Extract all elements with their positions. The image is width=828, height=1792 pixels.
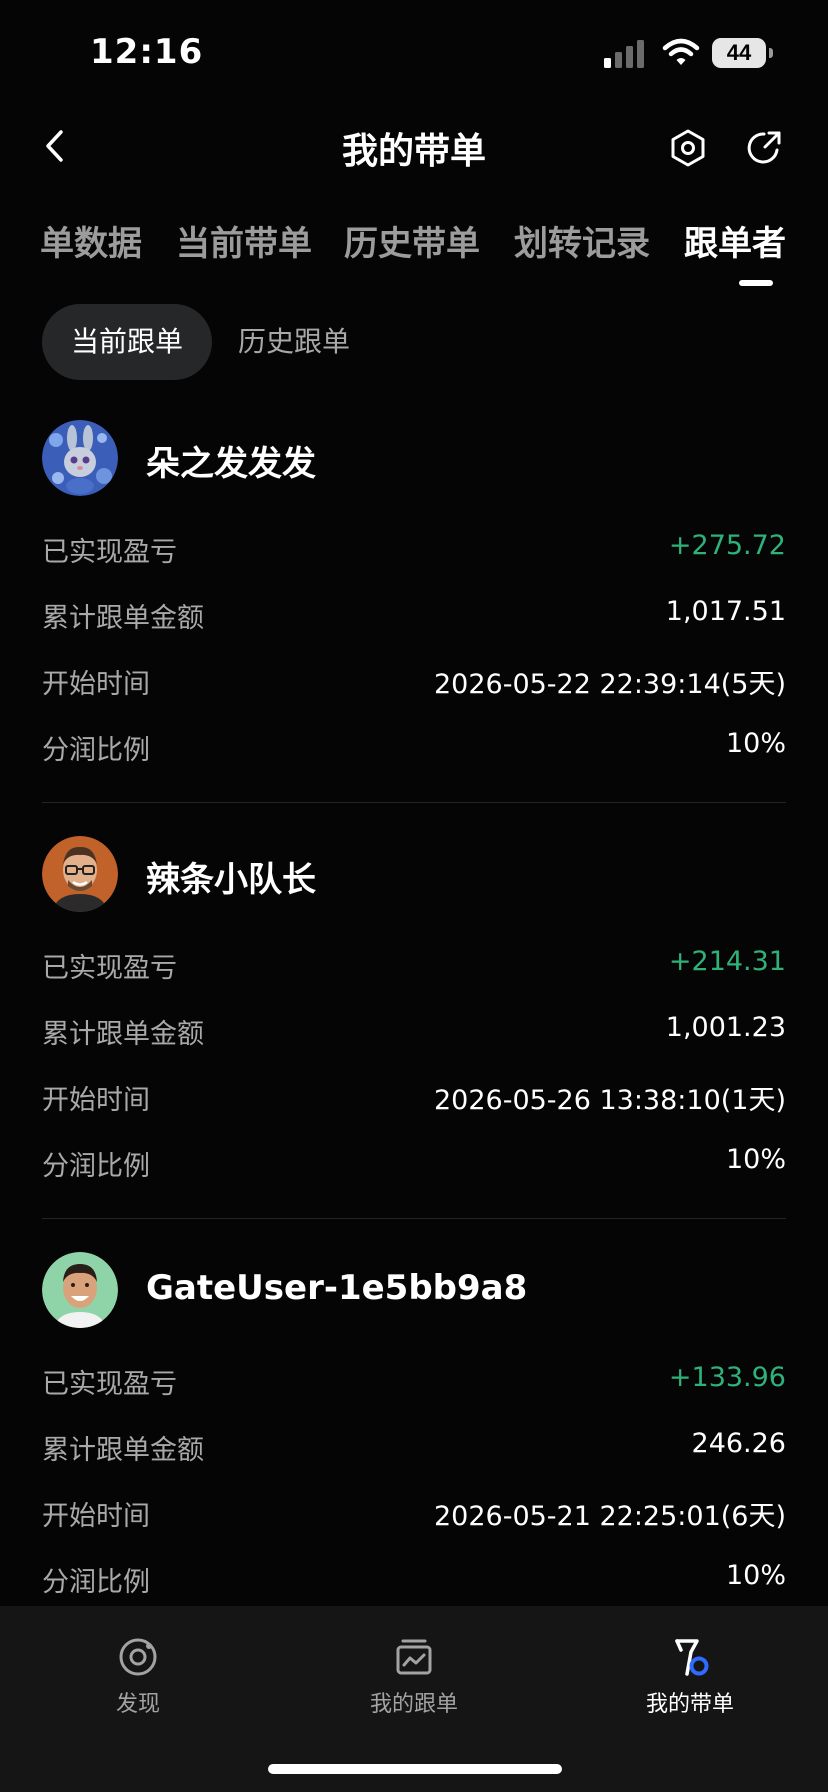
stat-row-profit-share: 分润比例 10% xyxy=(42,1140,786,1182)
stat-label: 分润比例 xyxy=(42,1151,150,1182)
bottom-nav-label: 发现 xyxy=(115,1692,160,1717)
divider xyxy=(42,1218,786,1219)
stat-row-total-amount: 累计跟单金额 1,001.23 xyxy=(42,1008,786,1050)
follower-name: 辣条小队长 xyxy=(146,860,316,900)
bottom-nav-label: 我的带单 xyxy=(645,1692,734,1717)
subtab-history-following[interactable]: 历史跟单 xyxy=(238,304,350,380)
stat-row-start-time: 开始时间 2026-05-22 22:39:14(5天) xyxy=(42,658,786,700)
bunny-avatar-icon xyxy=(42,420,118,496)
bottom-nav-label: 我的跟单 xyxy=(369,1692,458,1717)
wifi-icon xyxy=(662,38,700,65)
main-tabs: 单数据 当前带单 历史带单 划转记录 跟单者 xyxy=(0,210,828,290)
stat-value-realized-pnl: +133.96 xyxy=(668,1362,786,1393)
follower-card: 朵之发发发 已实现盈亏 +275.72 累计跟单金额 1,017.51 开始时间… xyxy=(0,410,828,826)
stat-label: 开始时间 xyxy=(42,669,150,700)
stat-value-total-amount: 246.26 xyxy=(691,1428,786,1459)
stat-label: 累计跟单金额 xyxy=(42,1435,204,1466)
stat-row-total-amount: 累计跟单金额 1,017.51 xyxy=(42,592,786,634)
stat-label: 分润比例 xyxy=(42,735,150,766)
stat-label: 累计跟单金额 xyxy=(42,603,204,634)
tab-transfer-records[interactable]: 划转记录 xyxy=(514,216,650,265)
status-bar: 12:16 44 xyxy=(0,0,828,110)
man-avatar-icon xyxy=(42,836,118,912)
stat-label: 分润比例 xyxy=(42,1567,150,1598)
battery-icon: 44 xyxy=(712,38,774,68)
stat-row-realized-pnl: 已实现盈亏 +133.96 xyxy=(42,1358,786,1400)
tab-current-lead[interactable]: 当前带单 xyxy=(176,216,312,265)
tab-data[interactable]: 单数据 xyxy=(40,216,142,265)
nav-bar: 我的带单 xyxy=(0,110,828,184)
follower-card: 辣条小队长 已实现盈亏 +214.31 累计跟单金额 1,001.23 开始时间… xyxy=(0,826,828,1242)
stat-row-total-amount: 累计跟单金额 246.26 xyxy=(42,1424,786,1466)
stat-row-start-time: 开始时间 2026-05-21 22:25:01(6天) xyxy=(42,1490,786,1532)
active-tab-indicator xyxy=(739,280,773,286)
stat-value-start-time: 2026-05-21 22:25:01(6天) xyxy=(433,1501,786,1532)
signal-icon xyxy=(604,40,644,68)
bottom-nav-discover[interactable]: 发现 xyxy=(58,1636,218,1718)
follower-card: GateUser-1e5bb9a8 已实现盈亏 +133.96 累计跟单金额 2… xyxy=(0,1242,828,1658)
stat-label: 已实现盈亏 xyxy=(42,537,177,568)
stat-value-realized-pnl: +214.31 xyxy=(668,946,786,977)
stat-value-realized-pnl: +275.72 xyxy=(668,530,786,561)
stat-row-profit-share: 分润比例 10% xyxy=(42,724,786,766)
follower-name: 朵之发发发 xyxy=(146,444,316,484)
stat-label: 已实现盈亏 xyxy=(42,953,177,984)
share-icon[interactable] xyxy=(744,128,784,168)
stat-row-realized-pnl: 已实现盈亏 +275.72 xyxy=(42,526,786,568)
battery-level: 44 xyxy=(712,38,766,68)
stat-row-realized-pnl: 已实现盈亏 +214.31 xyxy=(42,942,786,984)
subtab-current-following[interactable]: 当前跟单 xyxy=(42,304,212,380)
tab-history-lead[interactable]: 历史带单 xyxy=(344,216,480,265)
sub-tabs: 当前跟单 历史跟单 xyxy=(0,304,828,380)
bottom-nav-my-copy-trade[interactable]: 我的跟单 xyxy=(334,1636,494,1718)
bottom-nav-my-lead-trade[interactable]: 我的带单 xyxy=(610,1636,770,1718)
smiling-man-avatar-icon xyxy=(42,1252,118,1328)
tab-followers[interactable]: 跟单者 xyxy=(684,216,786,265)
stat-value-start-time: 2026-05-26 13:38:10(1天) xyxy=(433,1085,786,1116)
stat-value-total-amount: 1,001.23 xyxy=(665,1012,786,1043)
lead-trade-icon xyxy=(675,1639,709,1676)
stat-value-total-amount: 1,017.51 xyxy=(665,596,786,627)
stat-value-profit-share: 10% xyxy=(725,1144,786,1175)
avatar xyxy=(42,420,118,496)
discover-icon xyxy=(119,1638,157,1676)
stat-label: 开始时间 xyxy=(42,1085,150,1116)
avatar xyxy=(42,1252,118,1328)
status-time: 12:16 xyxy=(90,32,204,72)
settings-icon[interactable] xyxy=(668,128,708,168)
stat-value-profit-share: 10% xyxy=(725,1560,786,1591)
stat-row-profit-share: 分润比例 10% xyxy=(42,1556,786,1598)
stat-value-start-time: 2026-05-22 22:39:14(5天) xyxy=(433,669,786,700)
divider xyxy=(42,802,786,803)
home-indicator xyxy=(268,1764,562,1774)
stat-label: 累计跟单金额 xyxy=(42,1019,204,1050)
copy-trade-icon xyxy=(396,1639,432,1675)
stat-value-profit-share: 10% xyxy=(725,728,786,759)
avatar xyxy=(42,836,118,912)
battery-cap xyxy=(769,48,773,58)
stat-row-start-time: 开始时间 2026-05-26 13:38:10(1天) xyxy=(42,1074,786,1116)
stat-label: 已实现盈亏 xyxy=(42,1369,177,1400)
stat-label: 开始时间 xyxy=(42,1501,150,1532)
follower-name: GateUser-1e5bb9a8 xyxy=(146,1268,528,1308)
